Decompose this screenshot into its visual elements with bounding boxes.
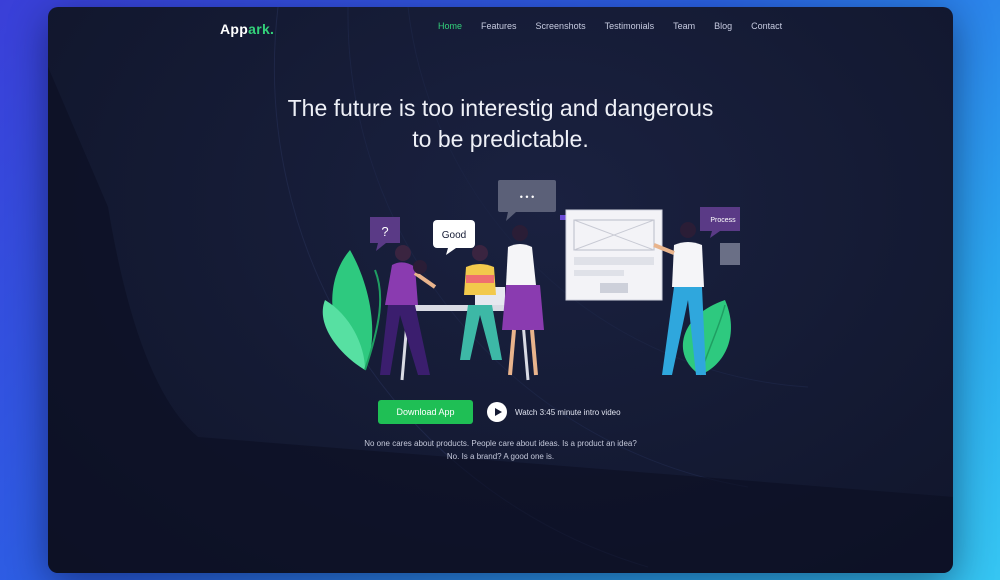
- nav-item-features[interactable]: Features: [481, 21, 517, 31]
- hero-subtext-line-1: No one cares about products. People care…: [364, 439, 637, 448]
- play-video-button[interactable]: [487, 402, 507, 422]
- logo-text: App: [220, 21, 249, 37]
- question-bubble-icon: ?: [370, 217, 400, 251]
- logo-accent-text: ark.: [248, 21, 275, 37]
- whiteboard-icon: [560, 209, 663, 301]
- process-bubble-icon: Process: [700, 207, 740, 238]
- gray-bubble-icon: [720, 243, 740, 265]
- question-bubble-text: ?: [381, 224, 388, 239]
- person-standing-center-icon: [502, 225, 544, 376]
- nav-item-contact[interactable]: Contact: [751, 21, 782, 31]
- nav-item-screenshots[interactable]: Screenshots: [536, 21, 586, 31]
- process-bubble-text: Process: [710, 217, 736, 224]
- hero-title-line-2: to be predictable.: [412, 126, 589, 152]
- download-app-button[interactable]: Download App: [378, 400, 473, 424]
- main-navigation: Home Features Screenshots Testimonials T…: [438, 21, 801, 31]
- dots-bubble-text: • • •: [520, 192, 534, 202]
- hero-title: The future is too interestig and dangero…: [48, 93, 953, 155]
- hero-subtext: No one cares about products. People care…: [48, 437, 953, 463]
- nav-item-blog[interactable]: Blog: [714, 21, 732, 31]
- brand-logo[interactable]: Appark.: [220, 21, 274, 37]
- cta-row: Download App Watch 3:45 minute intro vid…: [378, 400, 621, 424]
- team-illustration: • • • ? Good Process: [322, 180, 740, 381]
- nav-item-home[interactable]: Home: [438, 21, 462, 31]
- good-bubble-icon: Good: [433, 220, 475, 255]
- nav-item-testimonials[interactable]: Testimonials: [605, 21, 655, 31]
- app-window: Appark. Home Features Screenshots Testim…: [48, 7, 953, 573]
- watch-video-link[interactable]: Watch 3:45 minute intro video: [515, 408, 621, 417]
- good-bubble-text: Good: [442, 230, 466, 241]
- hero-title-line-1: The future is too interestig and dangero…: [287, 95, 714, 121]
- hero-subtext-line-2: No. Is a brand? A good one is.: [446, 452, 555, 461]
- plant-left-icon: [322, 250, 382, 371]
- dots-bubble-icon: • • •: [498, 180, 556, 221]
- play-icon: [494, 408, 502, 416]
- nav-item-team[interactable]: Team: [673, 21, 695, 31]
